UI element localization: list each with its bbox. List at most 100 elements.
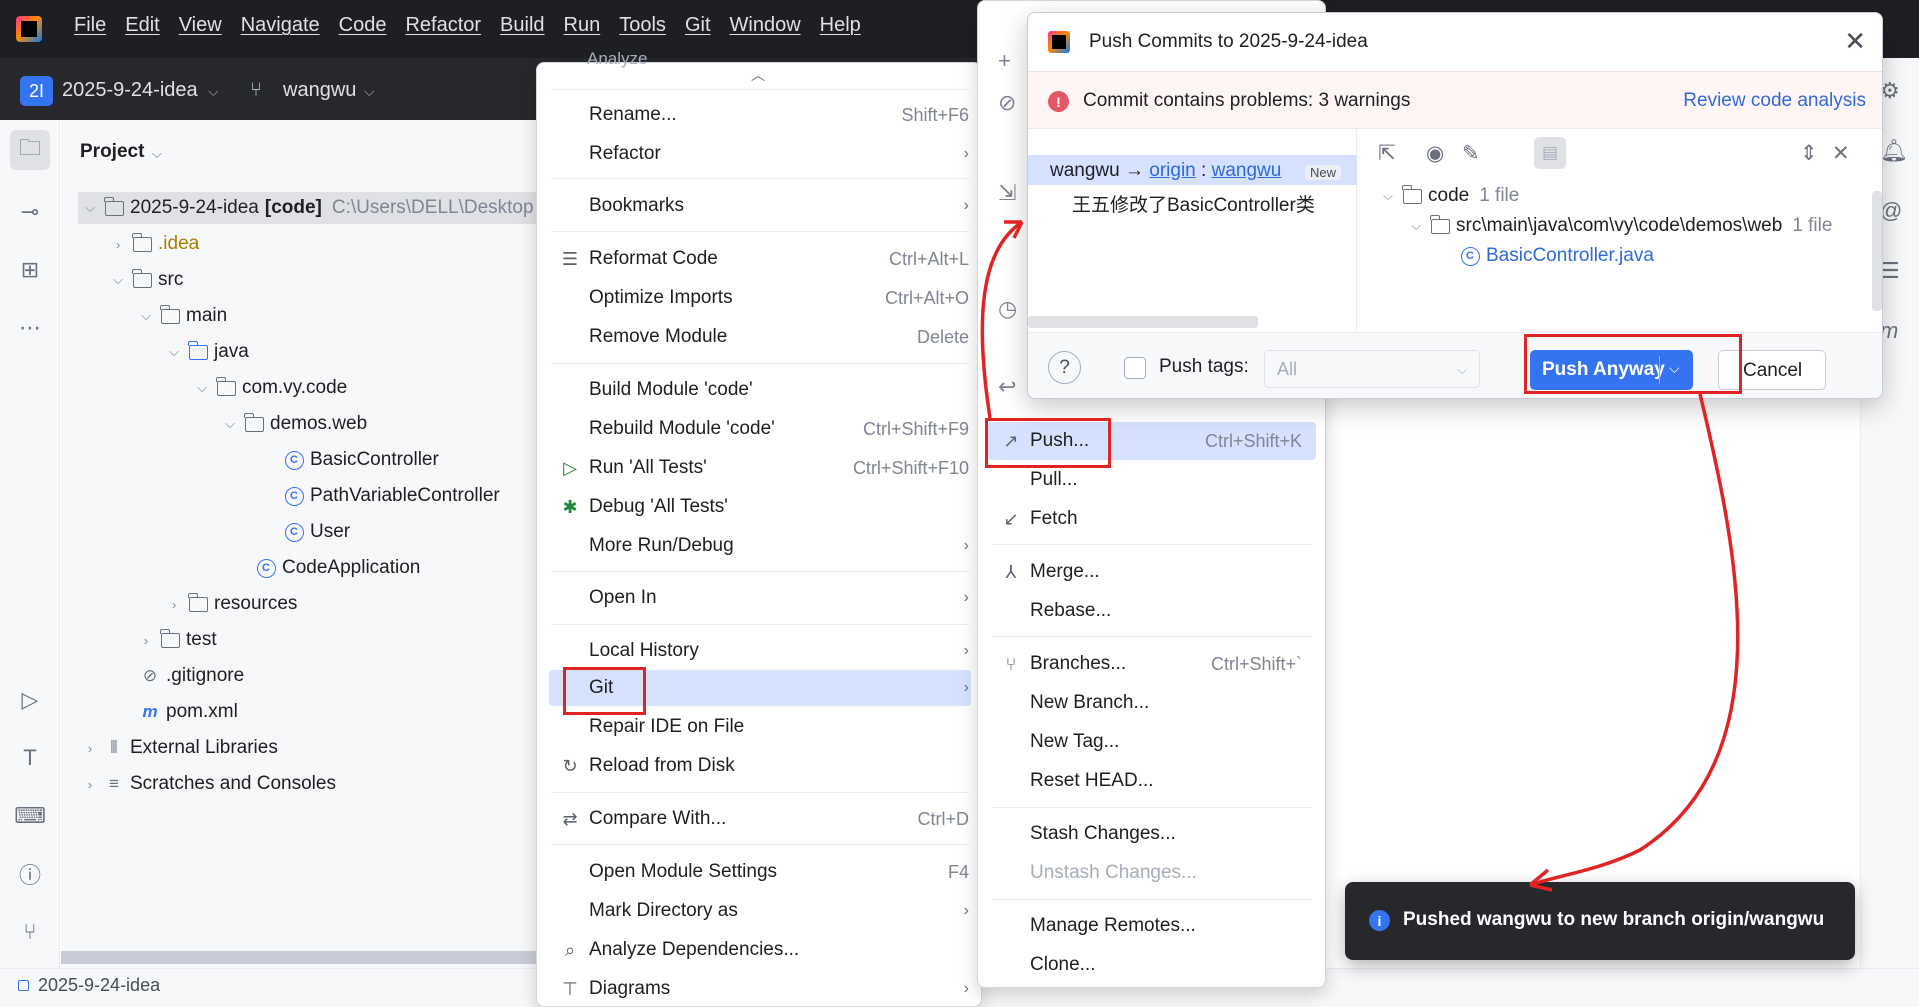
remote-link[interactable]: origin — [1149, 160, 1195, 181]
project-selector[interactable]: 2025-9-24-idea — [62, 79, 198, 102]
chevron-right-icon[interactable]: › — [78, 741, 102, 756]
push-anyway-button[interactable]: Push Anyway ⌵ — [1530, 350, 1693, 390]
collapse-all-icon[interactable]: ✕ — [1832, 141, 1850, 166]
menu-navigate[interactable]: Navigate — [241, 14, 320, 37]
menu-item-rename[interactable]: Rename... Shift+F6 — [589, 97, 969, 133]
commit-icon[interactable]: ⊸ — [10, 192, 50, 232]
edit-pencil-icon[interactable]: ✎ — [1462, 141, 1480, 166]
undo-icon[interactable]: ↩ — [998, 374, 1016, 400]
structure-icon[interactable]: ⊞ — [10, 250, 50, 290]
tree-node-java[interactable]: ⌵ java — [162, 335, 249, 369]
chevron-down-icon[interactable]: ⌵ — [1404, 218, 1428, 234]
cancel-circle-icon[interactable]: ⊘ — [998, 90, 1016, 116]
menu-item-pull[interactable]: Pull... — [1030, 462, 1302, 498]
menu-item-compare-with[interactable]: ⇄ Compare With... Ctrl+D — [562, 801, 969, 837]
close-icon[interactable]: ✕ — [1844, 26, 1866, 57]
notifications-bell-icon[interactable]: 🔔︎ — [1880, 138, 1908, 164]
history-clock-icon[interactable]: ◷ — [998, 296, 1017, 322]
tree-node-path-variable-controller[interactable]: C PathVariableController — [282, 479, 500, 513]
tree-node-package-web[interactable]: ⌵ demos.web — [218, 407, 367, 441]
menu-build[interactable]: Build — [500, 14, 544, 37]
menu-item-git[interactable]: Git › — [589, 670, 969, 706]
menu-item-local-history[interactable]: Local History › — [589, 633, 969, 669]
chevron-down-icon[interactable]: ⌵ — [152, 146, 162, 162]
tree-node-scratches[interactable]: › ≡ Scratches and Consoles — [78, 767, 336, 801]
more-icon[interactable]: ⋯ — [10, 308, 50, 348]
menu-git[interactable]: Git — [685, 14, 711, 37]
git-icon[interactable]: ⑂ — [10, 912, 50, 952]
chevron-down-icon[interactable]: ⌵ — [208, 83, 219, 100]
project-badge[interactable]: 2I — [20, 76, 53, 106]
menu-item-rebuild-module[interactable]: Rebuild Module 'code' Ctrl+Shift+F9 — [589, 411, 969, 447]
file-tree-path[interactable]: ⌵ src\main\java\com\vy\code\demos\web 1 … — [1404, 211, 1832, 241]
chevron-down-icon[interactable]: ⌵ — [106, 272, 130, 288]
menu-item-manage-remotes[interactable]: Manage Remotes... — [1030, 908, 1302, 944]
menu-item-open-in[interactable]: Open In › — [589, 580, 969, 616]
chevron-right-icon[interactable]: › — [134, 633, 158, 648]
file-tree-root[interactable]: ⌵ code 1 file — [1376, 181, 1519, 211]
tree-node-pom[interactable]: m pom.xml — [138, 695, 237, 729]
chevron-down-icon[interactable]: ⌵ — [364, 83, 375, 100]
horizontal-scrollbar[interactable] — [1028, 316, 1258, 328]
menu-item-push[interactable]: ↗ Push... Ctrl+Shift+K — [1003, 423, 1302, 459]
menu-item-new-tag[interactable]: New Tag... — [1030, 724, 1302, 760]
menu-item-analyze-partial[interactable]: Analyze — [587, 49, 647, 69]
tree-node-gitignore[interactable]: ⊘ .gitignore — [138, 659, 244, 693]
add-icon[interactable]: + — [998, 48, 1011, 74]
menu-item-rebase[interactable]: Rebase... — [1030, 593, 1302, 629]
menu-run[interactable]: Run — [564, 14, 601, 37]
push-tags-checkbox[interactable] — [1124, 357, 1146, 379]
push-success-notification[interactable]: i Pushed wangwu to new branch origin/wan… — [1345, 882, 1855, 960]
remote-branch-link[interactable]: wangwu — [1212, 160, 1282, 181]
status-breadcrumb[interactable]: 2025-9-24-idea — [38, 975, 160, 996]
menu-item-reset-head[interactable]: Reset HEAD... — [1030, 763, 1302, 799]
menu-item-refactor[interactable]: Refactor › — [589, 136, 969, 172]
chevron-down-icon[interactable]: ⌵ — [190, 380, 214, 396]
vertical-scrollbar[interactable] — [1872, 191, 1882, 311]
eye-icon[interactable]: ◉ — [1426, 141, 1444, 166]
problems-icon[interactable]: ⓘ — [10, 854, 50, 894]
compare-arrows-icon[interactable]: ⇲ — [998, 180, 1016, 206]
collapse-diff-icon[interactable]: ⇱ — [1378, 141, 1396, 166]
branch-selector[interactable]: wangwu — [283, 79, 356, 102]
ai-assistant-icon[interactable]: @ — [1880, 198, 1902, 224]
menu-window[interactable]: Window — [730, 14, 801, 37]
menu-item-optimize-imports[interactable]: Optimize Imports Ctrl+Alt+O — [589, 280, 969, 316]
menu-item-build-module[interactable]: Build Module 'code' — [589, 372, 969, 408]
chevron-down-icon[interactable]: ⌵ — [1669, 360, 1680, 377]
chevron-down-icon[interactable]: ⌵ — [78, 200, 102, 216]
tree-node-project-root[interactable]: ⌵ 2025-9-24-idea [code] C:\Users\DELL\De… — [78, 191, 534, 225]
chevron-right-icon[interactable]: › — [106, 237, 130, 252]
menu-item-repair-ide[interactable]: Repair IDE on File — [589, 709, 969, 745]
horizontal-scrollbar[interactable] — [61, 951, 541, 964]
menu-item-clone[interactable]: Clone... — [1030, 947, 1302, 983]
project-folder-icon[interactable]: 🗀 — [10, 130, 50, 170]
tree-node-main[interactable]: ⌵ main — [134, 299, 227, 333]
chevron-down-icon[interactable]: ⌵ — [162, 344, 186, 360]
menu-item-reformat-code[interactable]: ☰ Reformat Code Ctrl+Alt+L — [562, 241, 969, 277]
menu-item-branches[interactable]: ⑂ Branches... Ctrl+Shift+` — [1006, 646, 1302, 682]
push-tags-select[interactable]: All ⌵ — [1264, 350, 1480, 388]
menu-item-debug-all-tests[interactable]: ✱ Debug 'All Tests' — [562, 489, 969, 525]
menu-view[interactable]: View — [179, 14, 222, 37]
menu-item-remove-module[interactable]: Remove Module Delete — [589, 319, 969, 355]
tree-node-test[interactable]: › test — [134, 623, 217, 657]
menu-item-more-run-debug[interactable]: More Run/Debug › — [589, 528, 969, 564]
group-by-icon[interactable]: ▤ — [1534, 137, 1566, 169]
review-code-analysis-link[interactable]: Review code analysis — [1683, 90, 1866, 112]
chevron-right-icon[interactable]: › — [78, 777, 102, 792]
menu-edit[interactable]: Edit — [125, 14, 159, 37]
menu-item-open-module-settings[interactable]: Open Module Settings F4 — [589, 854, 969, 890]
menu-item-unstash-changes[interactable]: Unstash Changes... — [1030, 855, 1302, 891]
scroll-up-icon[interactable]: ︿ — [751, 65, 765, 85]
menu-help[interactable]: Help — [820, 14, 861, 37]
menu-item-reload-from-disk[interactable]: ↻ Reload from Disk — [562, 748, 969, 784]
menu-item-new-branch[interactable]: New Branch... — [1030, 685, 1302, 721]
tree-node-resources[interactable]: › resources — [162, 587, 297, 621]
menu-tools[interactable]: Tools — [619, 14, 666, 37]
tree-node-src[interactable]: ⌵ src — [106, 263, 183, 297]
menu-item-merge[interactable]: ⅄ Merge... — [1006, 554, 1302, 590]
menu-item-run-all-tests[interactable]: ▷ Run 'All Tests' Ctrl+Shift+F10 — [563, 450, 969, 486]
menu-file[interactable]: File — [74, 14, 106, 37]
tree-node-code-application[interactable]: C CodeApplication — [254, 551, 420, 585]
